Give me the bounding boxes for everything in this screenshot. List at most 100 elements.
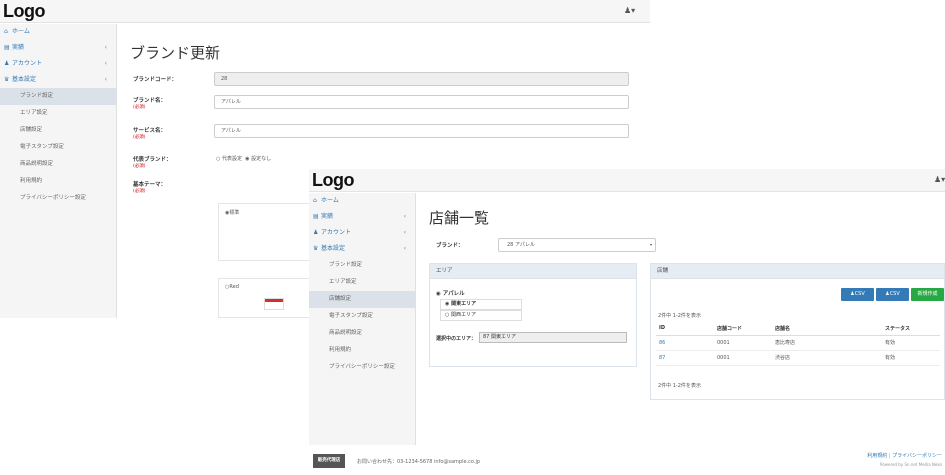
csv-download-button[interactable]: ♟CSV bbox=[876, 288, 909, 301]
sidebar-item-basic-settings[interactable]: ♛ 基本設定 ‹ bbox=[309, 241, 415, 257]
csv-upload-button[interactable]: ♟CSV bbox=[841, 288, 874, 301]
chevron-left-icon: ‹ bbox=[403, 213, 406, 220]
sidebar-item-stamp-settings[interactable]: 電子スタンプ設定 bbox=[309, 308, 415, 325]
store-status: 有効 bbox=[882, 335, 940, 351]
sidebar-item-privacy[interactable]: プライバシーポリシー設定 bbox=[309, 359, 415, 376]
brand-code-field: 28 bbox=[214, 72, 629, 86]
store-panel-header: 店舗 bbox=[651, 264, 944, 279]
store-id-link[interactable]: 87 bbox=[656, 350, 714, 366]
chevron-left-icon: ‹ bbox=[104, 44, 107, 51]
required-marker: (必須) bbox=[133, 164, 146, 169]
red-theme-preview-bar bbox=[265, 299, 283, 302]
red-theme-preview bbox=[264, 298, 284, 310]
area-tree-root[interactable]: ◉ アパレル bbox=[436, 289, 465, 297]
group-icon: ♛ bbox=[4, 76, 10, 83]
person-icon: ♟ bbox=[313, 229, 319, 236]
required-marker: (必須) bbox=[133, 189, 146, 194]
chevron-left-icon: ‹ bbox=[104, 60, 107, 67]
service-name-label: サービス名： bbox=[133, 128, 167, 134]
top-navbar: Logo ♟▾ bbox=[309, 169, 945, 192]
area-tree-item[interactable]: ○ 関西エリア bbox=[440, 310, 522, 321]
theme-radio-red[interactable]: ○Red bbox=[225, 284, 239, 290]
store-code: 0001 bbox=[714, 350, 772, 366]
sidebar-item-account[interactable]: ♟ アカウント ‹ bbox=[309, 225, 415, 241]
sidebar-item-terms[interactable]: 利用規約 bbox=[309, 342, 415, 359]
store-name: 恵比寿店 bbox=[772, 335, 882, 351]
footer-separator: | bbox=[888, 453, 891, 459]
sidebar-item-terms[interactable]: 利用規約 bbox=[0, 173, 116, 190]
store-status: 有効 bbox=[882, 350, 940, 366]
sidebar: ⌂ ホーム ▤ 実績 ‹ ♟ アカウント ‹ ♛ 基本設定 ‹ ブランド設定 エリア設定 店舗… bbox=[0, 24, 117, 318]
store-name: 渋谷店 bbox=[772, 350, 882, 366]
privacy-link[interactable]: プライバシーポリシー bbox=[892, 453, 942, 459]
area-panel-header: エリア bbox=[430, 264, 636, 279]
person-icon: ♟ bbox=[4, 60, 10, 67]
sidebar-item-store-settings[interactable]: 店舗設定 bbox=[309, 291, 415, 308]
sidebar-item-basic-settings[interactable]: ♛ 基本設定 ‹ bbox=[0, 72, 116, 88]
home-icon: ⌂ bbox=[313, 197, 317, 204]
table-row[interactable]: 86 0001 恵比寿店 有効 bbox=[656, 335, 940, 351]
sidebar-item-results[interactable]: ▤ 実績 ‹ bbox=[0, 40, 116, 56]
sidebar-item-store-settings[interactable]: 店舗設定 bbox=[0, 122, 116, 139]
chevron-down-icon: ‹ bbox=[104, 76, 107, 83]
chart-icon: ▤ bbox=[4, 44, 10, 51]
column-header-status[interactable]: ステータス bbox=[882, 322, 940, 336]
store-code: 0001 bbox=[714, 335, 772, 351]
selected-area-label: 選択中のエリア： bbox=[436, 336, 477, 342]
footer-links: 利用規約 | プライバシーポリシー bbox=[867, 452, 942, 459]
page-title: ブランド更新 bbox=[130, 44, 221, 62]
sidebar-item-privacy[interactable]: プライバシーポリシー設定 bbox=[0, 190, 116, 207]
user-menu-icon[interactable]: ♟▾ bbox=[934, 175, 945, 184]
store-panel: 店舗 ♟CSV ♟CSV 新規作成 2件中 1-2件を表示 ID 店舗コード 店… bbox=[650, 263, 945, 400]
footer: 販売代理店 お問い合わせ先：03-1234-5678 info@sample.c… bbox=[309, 445, 945, 475]
theme-radio-standard[interactable]: ◉標準 bbox=[225, 209, 239, 216]
page-title: 店舗一覧 bbox=[429, 209, 490, 227]
column-header-id[interactable]: ID bbox=[656, 322, 714, 336]
table-row[interactable]: 87 0001 渋谷店 有効 bbox=[656, 350, 940, 366]
sidebar-item-area-settings[interactable]: エリア設定 bbox=[0, 105, 116, 122]
rep-radio-set[interactable]: ○ 代表設定 ◉ 設定なし bbox=[216, 155, 271, 162]
brand-name-input[interactable]: アパレル bbox=[214, 95, 629, 109]
sidebar-item-area-settings[interactable]: エリア設定 bbox=[309, 274, 415, 291]
service-name-input[interactable]: アパレル bbox=[214, 124, 629, 138]
sidebar: ⌂ ホーム ▤ 実績 ‹ ♟ アカウント ‹ ♛ 基本設定 ‹ ブランド設定 エリア設定 店舗… bbox=[309, 193, 416, 445]
user-menu-icon[interactable]: ♟▾ bbox=[624, 6, 635, 15]
front-window: Logo ♟▾ ⌂ ホーム ▤ 実績 ‹ ♟ アカウント ‹ ♛ 基本設定 ‹ ブランド設定 … bbox=[309, 169, 945, 475]
chevron-down-icon: ‹ bbox=[403, 245, 406, 252]
required-marker: (必須) bbox=[133, 105, 146, 110]
column-header-code[interactable]: 店舗コード bbox=[714, 322, 772, 336]
theme-option-red[interactable]: ○Red bbox=[218, 278, 318, 318]
logo[interactable]: Logo bbox=[312, 170, 354, 191]
sidebar-item-account[interactable]: ♟ アカウント ‹ bbox=[0, 56, 116, 72]
sidebar-item-home[interactable]: ⌂ ホーム bbox=[0, 24, 116, 40]
brand-label: ブランド： bbox=[436, 243, 464, 249]
brand-code-label: ブランドコード： bbox=[133, 77, 178, 83]
home-icon: ⌂ bbox=[4, 28, 8, 35]
sidebar-item-brand-settings[interactable]: ブランド設定 bbox=[0, 88, 116, 105]
top-navbar: Logo ♟▾ bbox=[0, 0, 650, 23]
sidebar-item-brand-settings[interactable]: ブランド設定 bbox=[309, 257, 415, 274]
chart-icon: ▤ bbox=[313, 213, 319, 220]
record-count-top: 2件中 1-2件を表示 bbox=[658, 313, 701, 319]
terms-link[interactable]: 利用規約 bbox=[867, 453, 887, 459]
sidebar-item-stamp-settings[interactable]: 電子スタンプ設定 bbox=[0, 139, 116, 156]
sidebar-item-results[interactable]: ▤ 実績 ‹ bbox=[309, 209, 415, 225]
theme-option-standard[interactable]: ◉標準 bbox=[218, 203, 318, 261]
area-tree-item[interactable]: ◉ 関東エリア bbox=[440, 299, 522, 310]
required-marker: (必須) bbox=[133, 135, 146, 140]
column-header-name[interactable]: 店舗名 bbox=[772, 322, 882, 336]
sidebar-item-product-settings[interactable]: 商品説明設定 bbox=[0, 156, 116, 173]
sidebar-item-product-settings[interactable]: 商品説明設定 bbox=[309, 325, 415, 342]
store-id-link[interactable]: 86 bbox=[656, 335, 714, 351]
record-count-bottom: 2件中 1-2件を表示 bbox=[658, 383, 701, 389]
sidebar-item-home[interactable]: ⌂ ホーム bbox=[309, 193, 415, 209]
theme-label: 基本テーマ： bbox=[133, 182, 167, 188]
new-store-button[interactable]: 新規作成 bbox=[911, 288, 944, 301]
table-header-row: ID 店舗コード 店舗名 ステータス bbox=[656, 322, 940, 336]
logo[interactable]: Logo bbox=[3, 1, 45, 22]
chevron-left-icon: ‹ bbox=[403, 229, 406, 236]
selected-area-field: 87 関東エリア bbox=[479, 332, 627, 343]
contact-text: お問い合わせ先：03-1234-5678 info@sample.co.jp bbox=[357, 459, 481, 465]
brand-select[interactable]: 28 アパレル ▾ bbox=[498, 238, 656, 252]
agency-logo: 販売代理店 bbox=[313, 454, 345, 468]
